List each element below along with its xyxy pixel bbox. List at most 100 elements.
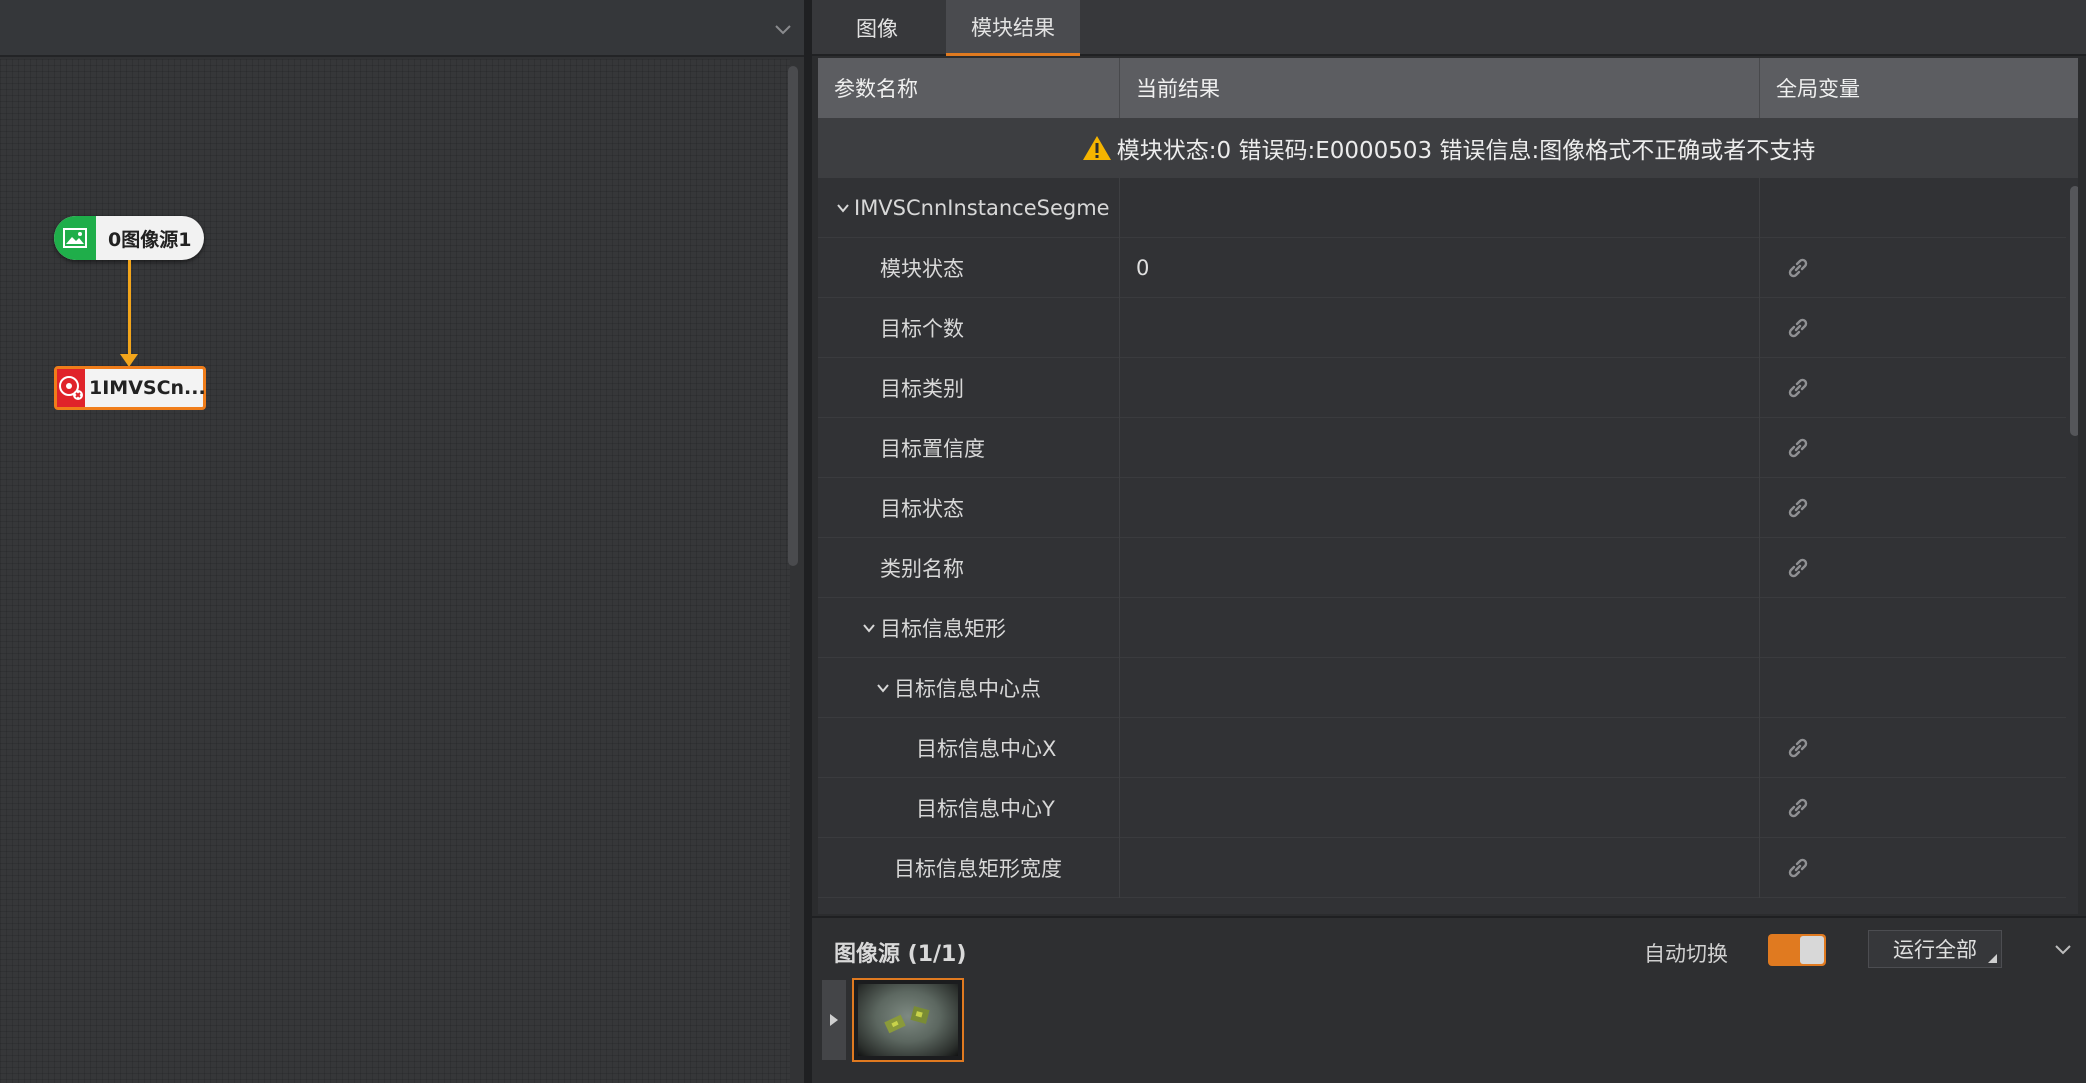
link-icon[interactable] (1784, 554, 1812, 582)
param-name-cell: 目标信息中心点 (818, 658, 1120, 718)
dropdown-corner-icon (1988, 954, 1997, 963)
global-variable-cell (1760, 178, 2066, 238)
image-icon (54, 216, 96, 260)
column-header-current-result[interactable]: 当前结果 (1120, 58, 1760, 118)
table-row[interactable]: 目标信息矩形宽度 (818, 838, 2066, 898)
flow-node-cnn-module[interactable]: 1IMVSCn... (54, 366, 206, 410)
current-result-cell (1120, 538, 1760, 598)
error-message: 模块状态:0 错误码:E0000503 错误信息:图像格式不正确或者不支持 (1116, 138, 1816, 164)
param-name-cell: 目标状态 (818, 478, 1120, 538)
table-row[interactable]: 目标信息中心点 (818, 658, 2066, 718)
param-name: 目标信息矩形 (880, 617, 1006, 641)
current-result-cell (1120, 298, 1760, 358)
global-variable-cell (1760, 298, 2066, 358)
table-row[interactable]: 目标置信度 (818, 418, 2066, 478)
param-name: 目标信息矩形宽度 (894, 857, 1062, 881)
flow-node-image-source[interactable]: 0图像源1 (54, 216, 204, 260)
grid-header: 参数名称 当前结果 全局变量 (818, 58, 2078, 118)
thumbnail-scroll-button[interactable] (822, 980, 846, 1060)
run-all-button[interactable]: 运行全部 (1868, 930, 2002, 968)
toggle-knob (1800, 936, 1824, 964)
global-variable-cell (1760, 778, 2066, 838)
param-name-cell: 目标置信度 (818, 418, 1120, 478)
current-result-cell (1120, 418, 1760, 478)
play-triangle-icon (830, 1014, 838, 1026)
table-row[interactable]: 类别名称 (818, 538, 2066, 598)
chevron-down-icon[interactable] (862, 621, 876, 635)
param-name: IMVSCnnInstanceSegme (854, 196, 1110, 220)
run-all-label: 运行全部 (1893, 938, 1977, 962)
param-name-cell: 目标个数 (818, 298, 1120, 358)
param-name-cell: 目标信息矩形宽度 (818, 838, 1120, 898)
table-row[interactable]: 目标类别 (818, 358, 2066, 418)
current-result-cell (1120, 478, 1760, 538)
grid-scrollbar[interactable] (2070, 186, 2078, 436)
image-thumbnail[interactable] (852, 978, 964, 1062)
thumbnail-image (858, 984, 958, 1056)
current-result-cell (1120, 178, 1760, 238)
tab-module-result[interactable]: 模块结果 (946, 0, 1080, 56)
tab-image[interactable]: 图像 (812, 0, 942, 56)
auto-switch-toggle[interactable] (1768, 934, 1826, 966)
param-name-cell: 类别名称 (818, 538, 1120, 598)
param-name: 目标信息中心Y (916, 797, 1055, 821)
chevron-down-icon[interactable] (2052, 938, 2074, 960)
global-variable-cell (1760, 538, 2066, 598)
param-name: 目标信息中心X (916, 737, 1057, 761)
global-variable-cell (1760, 478, 2066, 538)
column-header-global-variable[interactable]: 全局变量 (1760, 58, 2078, 118)
panel-divider[interactable] (804, 0, 812, 1083)
link-icon[interactable] (1784, 494, 1812, 522)
link-icon[interactable] (1784, 374, 1812, 402)
global-variable-cell (1760, 418, 2066, 478)
param-name: 类别名称 (880, 557, 964, 581)
flow-node-label: 0图像源1 (108, 228, 192, 251)
table-row[interactable]: 目标信息中心Y (818, 778, 2066, 838)
table-row[interactable]: 模块状态 0 (818, 238, 2066, 298)
param-name: 目标信息中心点 (894, 677, 1041, 701)
chevron-down-icon[interactable] (876, 681, 890, 695)
table-row[interactable]: 目标状态 (818, 478, 2066, 538)
link-icon[interactable] (1784, 254, 1812, 282)
table-row[interactable]: IMVSCnnInstanceSegme (818, 178, 2066, 238)
image-source-panel: 图像源 (1/1) 自动切换 运行全部 (812, 916, 2086, 1083)
flow-scrollbar[interactable] (788, 66, 798, 566)
link-icon[interactable] (1784, 794, 1812, 822)
table-row[interactable]: 目标信息矩形 (818, 598, 2066, 658)
result-panel: 图像 模块结果 参数名称 当前结果 全局变量 模块状态:0 错误码:E00005… (812, 0, 2086, 1083)
param-name: 目标状态 (880, 497, 964, 521)
flow-node-label: 1IMVSCn... (89, 377, 206, 399)
link-icon[interactable] (1784, 434, 1812, 462)
cnn-module-icon (57, 369, 85, 407)
param-name: 目标个数 (880, 317, 964, 341)
param-name: 目标类别 (880, 377, 964, 401)
link-icon[interactable] (1784, 314, 1812, 342)
current-result-cell (1120, 718, 1760, 778)
table-row[interactable]: 目标信息中心X (818, 718, 2066, 778)
table-row[interactable]: 目标个数 (818, 298, 2066, 358)
grid-rows: IMVSCnnInstanceSegme 模块状态 0 目标个数目标类别目标置信度目标… (818, 178, 2066, 898)
current-result-cell (1120, 778, 1760, 838)
global-variable-cell (1760, 358, 2066, 418)
chevron-down-icon[interactable] (772, 18, 794, 40)
global-variable-cell (1760, 598, 2066, 658)
current-result-cell: 0 (1120, 238, 1760, 298)
link-icon[interactable] (1784, 854, 1812, 882)
chevron-down-icon[interactable] (836, 201, 850, 215)
current-result-cell (1120, 658, 1760, 718)
param-name: 模块状态 (880, 257, 964, 281)
current-result-value: 0 (1136, 256, 1150, 280)
global-variable-cell (1760, 718, 2066, 778)
error-banner: 模块状态:0 错误码:E0000503 错误信息:图像格式不正确或者不支持 (818, 118, 2078, 178)
flow-canvas[interactable] (0, 59, 790, 1083)
tab-bar: 图像 模块结果 (812, 0, 2086, 56)
param-name: 目标置信度 (880, 437, 985, 461)
image-source-title: 图像源 (1/1) (834, 942, 967, 967)
param-name-cell: 目标信息中心X (818, 718, 1120, 778)
auto-switch-label: 自动切换 (1644, 942, 1728, 966)
flow-panel: 0图像源1 1IMVSCn... (0, 0, 806, 1083)
warning-icon (1082, 136, 1111, 160)
flow-connector (128, 260, 131, 360)
link-icon[interactable] (1784, 734, 1812, 762)
column-header-param-name[interactable]: 参数名称 (818, 58, 1120, 118)
